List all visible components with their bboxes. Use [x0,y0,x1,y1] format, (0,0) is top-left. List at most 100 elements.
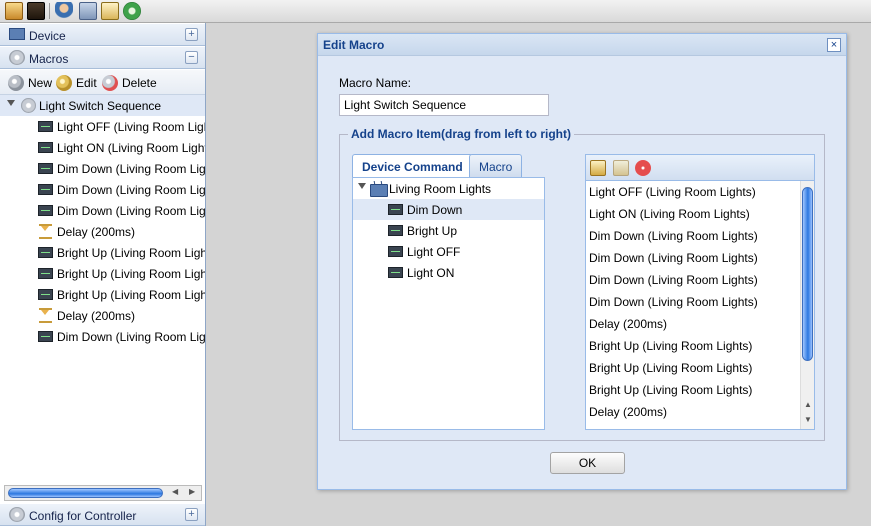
scroll-up-arrow[interactable]: ▲ [804,400,812,409]
tree-item[interactable]: Bright Up (Living Room Lights) [0,263,205,284]
tree-item[interactable]: Bright Up (Living Room Lights) [0,284,205,305]
command-icon [38,331,53,342]
expand-config-button[interactable]: + [185,508,198,521]
new-label: New [28,75,53,90]
tree-item[interactable]: Light ON (Living Room Lights) [0,137,205,158]
delete-macro-button[interactable]: Delete [102,74,157,91]
macro-items-list: Light OFF (Living Room Lights) Light ON (… [586,181,800,429]
tree-item[interactable]: Dim Down (Living Room Lights) [0,179,205,200]
edit-delay-icon[interactable] [613,160,629,176]
delete-macro-icon [102,74,118,91]
hourglass-icon [39,308,52,323]
tree-item[interactable]: Dim Down (Living Room Lights) [0,200,205,221]
scroll-right-arrow[interactable]: ▶ [189,487,195,496]
device-command-label: Dim Down [407,203,463,217]
macro-list-item[interactable]: Dim Down (Living Room Lights) [586,269,800,291]
scroll-thumb[interactable] [8,488,163,498]
expand-device-button[interactable]: + [185,28,198,41]
macro-name-label: Macro Name: [339,76,412,90]
tab-device-command[interactable]: Device Command [352,154,473,177]
device-node-label: Living Room Lights [389,182,492,196]
toolbar-separator [49,3,50,19]
tab-strip: Device Command Macro [352,154,532,177]
command-icon [388,267,403,278]
collapse-arrow-icon[interactable] [7,100,15,106]
edit-label: Edit [76,75,97,90]
macro-items-toolbar [586,155,814,181]
macro-list-item[interactable]: Bright Up (Living Room Lights) [586,335,800,357]
add-delay-icon[interactable] [590,160,606,176]
left-panel: Device + Macros − New Edit Delete Light … [0,23,206,526]
macro-list-item[interactable]: Light OFF (Living Room Lights) [586,181,800,203]
tree-item[interactable]: Delay (200ms) [0,221,205,242]
command-icon [38,205,53,216]
tree-item-label: Bright Up (Living Room Lights) [57,246,205,260]
tree-item-label: Delay (200ms) [57,225,136,239]
remove-item-icon[interactable] [635,160,651,176]
tv-icon [370,181,388,197]
scroll-thumb[interactable] [802,187,813,361]
tree-item-label: Delay (200ms) [57,309,136,323]
scroll-down-arrow[interactable]: ▼ [804,415,812,424]
macros-accordion-header[interactable]: Macros − [0,46,205,69]
macro-list-item[interactable]: Dim Down (Living Room Lights) [586,247,800,269]
config-accordion-header[interactable]: Config for Controller + [0,503,205,526]
command-icon [388,225,403,236]
tree-root-macro[interactable]: Light Switch Sequence [0,95,205,116]
tree-item[interactable]: Dim Down (Living Room Lights) [0,158,205,179]
device-accordion-header[interactable]: Device + [0,23,205,46]
device-file-icon[interactable] [27,2,45,20]
home-icon[interactable] [5,2,23,20]
macro-icon [21,98,36,113]
tree-item[interactable]: Dim Down (Living Room Lights) [0,326,205,347]
command-icon [38,121,53,132]
new-macro-button[interactable]: New [8,74,52,91]
tree-item[interactable]: Light OFF (Living Room Lights) [0,116,205,137]
user-icon[interactable] [55,2,73,20]
device-command-item[interactable]: Light ON [353,262,544,283]
ok-button[interactable]: OK [550,452,625,474]
edit-macro-button[interactable]: Edit [56,74,97,91]
device-header-label: Device [29,29,66,43]
device-command-item[interactable]: Light OFF [353,241,544,262]
vertical-scrollbar[interactable]: ▲ ▼ [800,181,814,429]
close-icon[interactable]: × [827,38,841,52]
tree-item-label: Dim Down (Living Room Lights) [57,330,205,344]
tree-item-label: Light OFF (Living Room Lights) [57,120,205,134]
macro-toolbar: New Edit Delete [0,70,205,95]
device-command-label: Light OFF [407,245,461,259]
macro-list-item[interactable]: Dim Down (Living Room Lights) [586,225,800,247]
edit-macro-dialog: Edit Macro × Macro Name: Add Macro Item(… [317,33,847,490]
tab-macro[interactable]: Macro [469,154,523,177]
macro-list-item[interactable]: Dim Down (Living Room Lights) [586,291,800,313]
device-command-item[interactable]: Dim Down [353,199,544,220]
macro-name-input[interactable] [339,94,549,116]
sync-icon[interactable] [123,2,141,20]
macro-items-panel: Light OFF (Living Room Lights) Light ON (… [585,154,815,430]
macro-list-item[interactable]: Light ON (Living Room Lights) [586,203,800,225]
collapse-macros-button[interactable]: − [185,51,198,64]
save-icon[interactable] [79,2,97,20]
macro-icon [9,50,25,65]
dialog-title-bar[interactable]: Edit Macro × [318,34,846,56]
scroll-left-arrow[interactable]: ◀ [172,487,178,496]
command-icon [38,247,53,258]
tree-item[interactable]: Bright Up (Living Room Lights) [0,242,205,263]
macros-header-label: Macros [29,52,69,66]
collapse-arrow-icon[interactable] [358,183,366,189]
macro-list-item[interactable]: Delay (200ms) [586,401,800,423]
config-header-label: Config for Controller [29,509,137,523]
tree-item-label: Dim Down (Living Room Lights) [57,204,205,218]
macro-list-item[interactable]: Delay (200ms) [586,313,800,335]
macro-list-item[interactable]: Bright Up (Living Room Lights) [586,357,800,379]
document-icon[interactable] [101,2,119,20]
device-node[interactable]: Living Room Lights [353,178,544,199]
device-command-tree: Living Room Lights Dim Down Bright Up Ligh… [352,177,545,430]
horizontal-scrollbar[interactable]: ◀ ▶ [4,485,202,501]
tree-item-label: Bright Up (Living Room Lights) [57,267,205,281]
command-icon [38,184,53,195]
device-command-item[interactable]: Bright Up [353,220,544,241]
macro-list-item[interactable]: Bright Up (Living Room Lights) [586,379,800,401]
tree-item[interactable]: Delay (200ms) [0,305,205,326]
tree-item-label: Bright Up (Living Room Lights) [57,288,205,302]
